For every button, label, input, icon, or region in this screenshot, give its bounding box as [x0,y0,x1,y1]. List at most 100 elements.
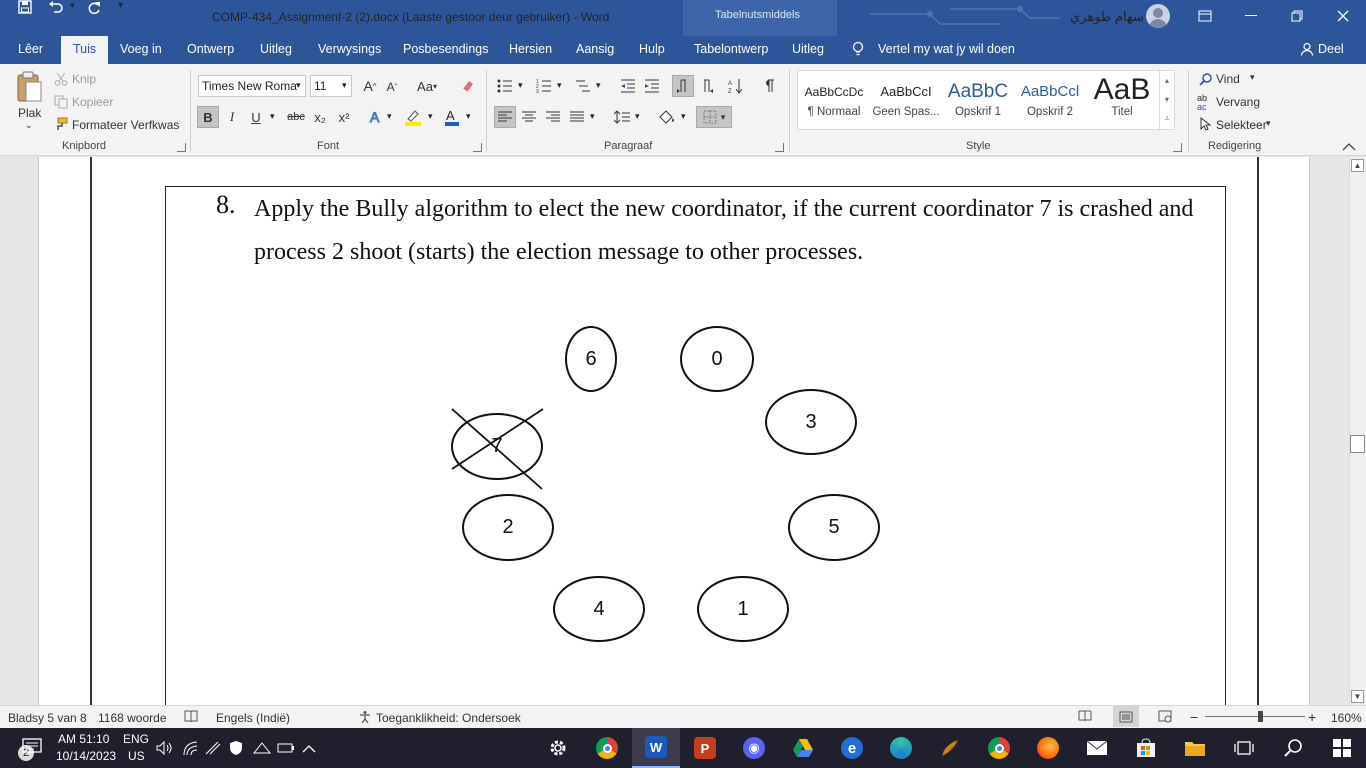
shrink-font-button[interactable]: Aˇ [381,76,403,98]
font-name-dropdown-icon[interactable]: ▾ [296,80,301,91]
shading-dropdown-icon[interactable]: ▾ [681,111,686,122]
close-icon[interactable] [1320,0,1366,32]
find-dropdown-icon[interactable]: ▾ [1250,72,1255,83]
taskview-icon[interactable] [1220,728,1268,768]
tray-chevron-icon[interactable] [302,728,316,768]
style-normal[interactable]: AaBbCcDc ¶ Normaal [798,72,870,126]
bullets-dropdown-icon[interactable]: ▾ [518,80,523,91]
increase-indent-icon[interactable] [641,75,663,97]
language-indicator[interactable]: Engels (Indië) [216,711,290,725]
clock-time[interactable]: AM 51:10 [58,731,109,747]
edge-new-icon[interactable] [877,728,925,768]
text-effects-dropdown-icon[interactable]: ▾ [387,111,392,122]
styles-up-icon[interactable]: ▴ [1160,71,1174,90]
save-icon[interactable] [18,0,40,17]
align-center-icon[interactable] [518,106,540,128]
multilevel-dropdown-icon[interactable]: ▾ [596,80,601,91]
tab-table-layout[interactable]: Uitleg [792,36,824,64]
undo-dropdown-icon[interactable]: ▾ [70,0,80,11]
store-icon[interactable] [1122,728,1170,768]
highlight-dropdown-icon[interactable]: ▾ [428,111,433,122]
mail-icon[interactable] [1073,728,1121,768]
redo-icon[interactable] [86,0,108,19]
web-layout-icon[interactable] [1158,710,1172,726]
rtl-direction-icon[interactable] [696,75,718,97]
accessibility-icon[interactable] [358,710,372,727]
avatar[interactable] [1146,4,1170,28]
align-right-icon[interactable] [542,106,564,128]
superscript-button[interactable]: x² [333,106,355,128]
shading-icon[interactable] [656,106,678,128]
scroll-down-icon[interactable]: ▼ [1351,690,1364,703]
style-no-spacing[interactable]: AaBbCcI Geen Spas... [870,72,942,126]
ribbon-display-icon[interactable] [1182,0,1228,32]
select-dropdown-icon[interactable]: ▾ [1266,118,1271,129]
grow-font-button[interactable]: A ^ [359,75,381,97]
chrome-profile-icon[interactable] [583,728,631,768]
tell-me-search[interactable]: Vertel my wat jy wil doen [878,36,1015,64]
styles-more-icon[interactable]: ⩡ [1160,109,1174,128]
change-case-button[interactable]: Aa ▾ [413,75,441,97]
line-spacing-icon[interactable] [611,106,633,128]
cut-button[interactable]: Knip [72,72,96,86]
paint-icon[interactable] [926,728,974,768]
show-marks-icon[interactable] [758,75,780,97]
font-launcher-icon[interactable] [473,143,482,152]
proofing-icon[interactable] [184,710,198,726]
discord-icon[interactable]: ◉ [730,728,778,768]
numbering-icon[interactable]: 123 [533,75,555,97]
scissors-icon[interactable] [54,72,68,89]
zoom-slider[interactable] [1205,716,1305,717]
tab-home[interactable]: Tuis [61,36,109,64]
question-text[interactable]: Apply the Bully algorithm to elect the n… [254,188,1224,274]
tab-help[interactable]: Hulp [639,36,665,64]
paste-dropdown-icon[interactable]: ⌄ [25,120,33,131]
volume-icon[interactable] [156,728,174,768]
replace-icon[interactable]: ab ac [1197,94,1207,112]
font-color-icon[interactable]: A [441,106,463,128]
wifi-icon[interactable] [182,728,200,768]
style-heading-2[interactable]: AaBbCcl Opskrif 2 [1014,72,1086,126]
decrease-indent-icon[interactable] [617,75,639,97]
tab-mailings[interactable]: Posbesendings [403,36,488,64]
user-name[interactable]: سهام طوهري [1070,9,1144,25]
format-painter-button[interactable]: Formateer Verfkwas [72,118,179,132]
zoom-in-icon[interactable]: + [1308,709,1316,725]
strikethrough-button[interactable]: abc [285,106,307,128]
copy-icon[interactable] [54,95,68,112]
format-painter-icon[interactable] [54,117,68,134]
network-icon[interactable] [252,728,272,768]
tab-references[interactable]: Verwysings [318,36,381,64]
page-count[interactable]: Bladsy 5 van 8 [8,711,87,725]
line-spacing-dropdown-icon[interactable]: ▾ [635,111,640,122]
font-color-dropdown-icon[interactable]: ▾ [466,111,471,122]
ltr-direction-icon[interactable] [672,75,694,97]
numbering-dropdown-icon[interactable]: ▾ [557,80,562,91]
security-icon[interactable] [228,728,244,768]
select-button[interactable]: Selekteer [1216,118,1267,132]
file-explorer-icon[interactable] [1171,728,1219,768]
clear-formatting-icon[interactable] [457,75,479,97]
multilevel-list-icon[interactable] [572,75,594,97]
font-name-combo[interactable]: Times New Roma [198,75,306,97]
underline-dropdown-icon[interactable]: ▾ [270,111,275,122]
undo-icon[interactable] [48,0,70,17]
print-layout-icon[interactable] [1113,706,1139,727]
input-lang-bottom[interactable]: US [128,748,145,764]
action-center-icon[interactable] [22,738,42,759]
battery-icon[interactable] [277,728,295,768]
vertical-scrollbar[interactable] [1349,157,1366,705]
input-lang-top[interactable]: ENG [123,731,149,747]
location-icon[interactable] [204,728,222,768]
italic-button[interactable]: I [221,106,243,128]
search-icon[interactable] [1269,728,1317,768]
share-button[interactable]: Deel [1318,36,1344,64]
powerpoint-icon[interactable]: P [681,728,729,768]
sort-icon[interactable]: AZ [725,75,747,97]
font-size-dropdown-icon[interactable]: ▾ [342,80,347,91]
style-title[interactable]: AaB Titel [1086,72,1158,126]
minimize-icon[interactable] [1228,0,1274,32]
firefox-icon[interactable] [1024,728,1072,768]
zoom-level[interactable]: 160% [1331,711,1362,725]
styles-launcher-icon[interactable] [1173,143,1182,152]
